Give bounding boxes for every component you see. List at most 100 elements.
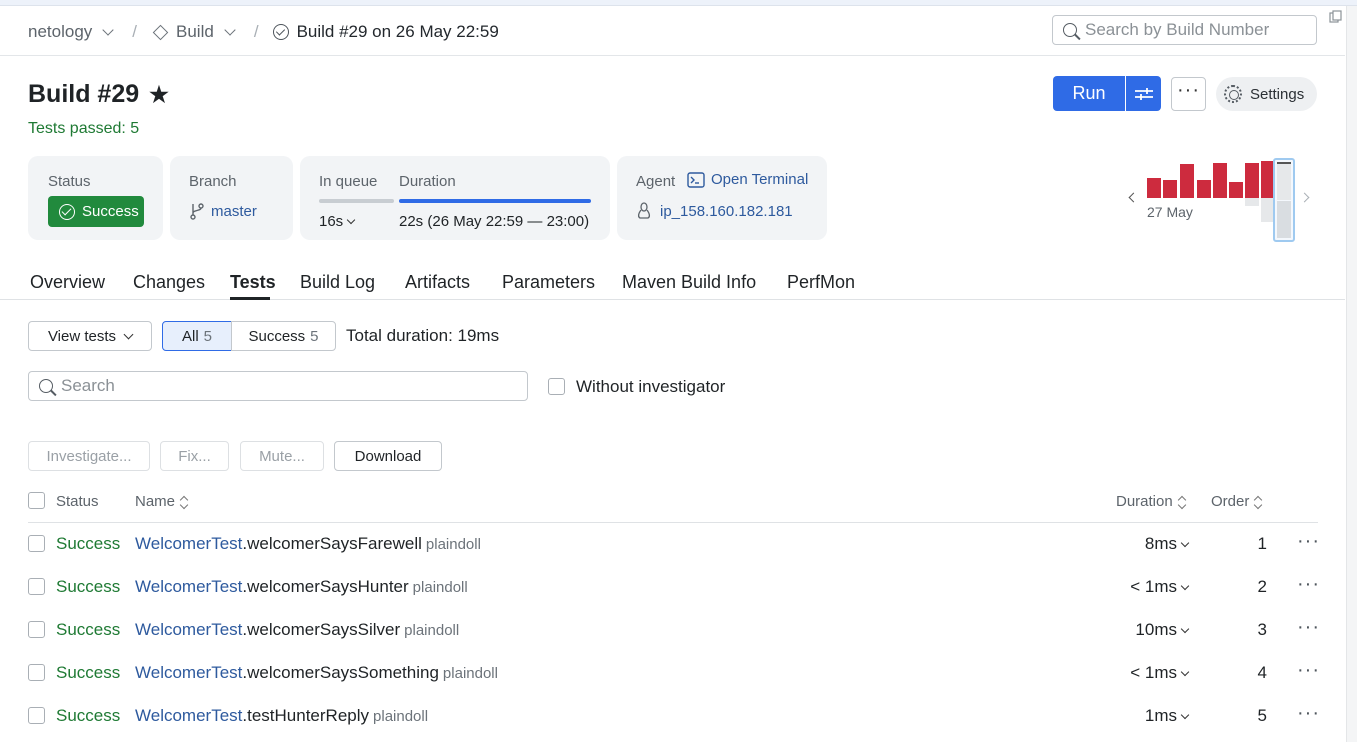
sort-icon[interactable] (1254, 495, 1263, 510)
filter-success-count[interactable]: 5 (310, 328, 318, 345)
history-bar[interactable] (1229, 182, 1243, 198)
row-more-icon[interactable]: ··· (1297, 616, 1320, 639)
history-next-button[interactable] (1299, 190, 1311, 206)
breadcrumb-project-label[interactable]: netology (28, 22, 92, 42)
breadcrumb-build-config-label[interactable]: Build (176, 22, 214, 42)
filter-all-count[interactable]: 5 (204, 328, 212, 345)
without-investigator-label[interactable]: Without investigator (576, 377, 725, 397)
row-test-class[interactable]: WelcomerTest (135, 706, 242, 725)
copy-icon[interactable] (1329, 10, 1343, 24)
open-terminal-link[interactable]: Open Terminal (687, 171, 808, 188)
row-duration[interactable]: < 1ms (1130, 577, 1190, 597)
run-button[interactable]: Run (1053, 76, 1125, 111)
row-checkbox[interactable] (28, 707, 45, 724)
tab-build-log[interactable]: Build Log (300, 272, 375, 293)
row-test-name[interactable]: WelcomerTest.welcomerSaysSilver plaindoll (135, 620, 459, 640)
sort-icon[interactable] (1177, 495, 1186, 510)
row-test-method[interactable]: .testHunterReply (242, 706, 369, 725)
search-tests[interactable] (28, 371, 528, 401)
investigate-button[interactable]: Investigate... (28, 441, 150, 471)
history-bar[interactable] (1163, 180, 1177, 198)
tab-perfmon[interactable]: PerfMon (787, 272, 855, 293)
tab-artifacts[interactable]: Artifacts (405, 272, 470, 293)
chevron-down-icon[interactable] (123, 329, 134, 339)
agent-name[interactable]: ip_158.160.182.181 (660, 203, 793, 220)
table-row[interactable]: Success WelcomerTest.welcomerSaysSilver p… (0, 610, 1345, 653)
star-icon[interactable]: ★ (149, 82, 169, 108)
row-test-name[interactable]: WelcomerTest.welcomerSaysFarewell plaindo… (135, 534, 481, 554)
search-build-number[interactable] (1052, 15, 1317, 45)
row-checkbox[interactable] (28, 535, 45, 552)
breadcrumb-build-config[interactable]: Build (151, 22, 240, 42)
row-test-name[interactable]: WelcomerTest.testHunterReply plaindoll (135, 706, 428, 726)
filter-all-label[interactable]: All (182, 328, 199, 345)
select-all-checkbox[interactable] (28, 492, 45, 509)
history-bar[interactable] (1245, 163, 1259, 198)
row-test-class[interactable]: WelcomerTest (135, 534, 242, 553)
history-current-build[interactable] (1273, 158, 1295, 242)
row-test-class[interactable]: WelcomerTest (135, 663, 242, 682)
row-test-name[interactable]: WelcomerTest.welcomerSaysSomething plaind… (135, 663, 498, 683)
chevron-down-icon[interactable] (1180, 624, 1190, 633)
search-tests-input[interactable] (61, 376, 501, 396)
branch-link[interactable]: master (189, 202, 257, 220)
row-duration-value[interactable]: < 1ms (1130, 577, 1177, 597)
search-build-input[interactable] (1085, 20, 1300, 40)
view-tests-label[interactable]: View tests (48, 328, 116, 345)
vertical-scrollbar[interactable] (1346, 6, 1357, 742)
without-investigator-checkbox[interactable] (548, 378, 565, 395)
table-row[interactable]: Success WelcomerTest.welcomerSaysFarewel… (0, 524, 1345, 567)
row-checkbox[interactable] (28, 664, 45, 681)
row-duration[interactable]: < 1ms (1130, 663, 1190, 683)
row-test-name[interactable]: WelcomerTest.welcomerSaysHunter plaindoll (135, 577, 468, 597)
row-duration-value[interactable]: 1ms (1145, 706, 1177, 726)
row-more-icon[interactable]: ··· (1297, 659, 1320, 682)
column-order[interactable]: Order (1211, 493, 1263, 510)
history-bar[interactable] (1147, 178, 1161, 198)
tab-parameters[interactable]: Parameters (502, 272, 595, 293)
chevron-down-icon[interactable] (1180, 538, 1190, 547)
chevron-down-icon[interactable] (346, 215, 356, 225)
tab-tests[interactable]: Tests (230, 272, 276, 293)
row-duration-value[interactable]: 10ms (1135, 620, 1177, 640)
history-bar[interactable] (1180, 164, 1194, 198)
row-checkbox[interactable] (28, 578, 45, 595)
download-button[interactable]: Download (334, 441, 442, 471)
chevron-down-icon[interactable] (1180, 667, 1190, 676)
run-options-button[interactable] (1126, 76, 1161, 111)
settings-button[interactable]: Settings (1216, 77, 1317, 111)
chevron-down-icon[interactable] (1180, 710, 1190, 719)
tab-maven-build-info[interactable]: Maven Build Info (622, 272, 756, 293)
filter-all-button[interactable]: All 5 (162, 321, 232, 351)
table-row[interactable]: Success WelcomerTest.welcomerSaysHunter p… (0, 567, 1345, 610)
column-duration-label[interactable]: Duration (1116, 493, 1173, 510)
tab-overview[interactable]: Overview (30, 272, 105, 293)
open-terminal-label[interactable]: Open Terminal (711, 171, 808, 188)
row-duration-value[interactable]: 8ms (1145, 534, 1177, 554)
build-history-chart[interactable]: 27 May (1146, 158, 1296, 242)
column-name-label[interactable]: Name (135, 493, 175, 510)
tests-passed-summary[interactable]: Tests passed: 5 (28, 120, 139, 138)
history-prev-button[interactable] (1127, 190, 1139, 206)
table-row[interactable]: Success WelcomerTest.testHunterReply plai… (0, 696, 1345, 739)
fix-button[interactable]: Fix... (160, 441, 229, 471)
sort-icon[interactable] (179, 495, 189, 510)
row-duration[interactable]: 10ms (1135, 620, 1190, 640)
column-duration[interactable]: Duration (1116, 493, 1186, 510)
row-more-icon[interactable]: ··· (1297, 573, 1320, 596)
more-actions-button[interactable]: ··· (1171, 77, 1206, 111)
history-bar[interactable] (1197, 180, 1211, 198)
tab-changes[interactable]: Changes (133, 272, 205, 293)
chevron-down-icon[interactable] (224, 24, 236, 36)
row-test-method[interactable]: .welcomerSaysSilver (242, 620, 400, 639)
view-tests-dropdown[interactable]: View tests (28, 321, 152, 351)
chevron-left-icon[interactable] (1128, 192, 1139, 203)
branch-value[interactable]: master (211, 203, 257, 220)
column-name[interactable]: Name (135, 493, 189, 510)
row-duration[interactable]: 8ms (1145, 534, 1190, 554)
filter-success-label[interactable]: Success (248, 328, 305, 345)
row-test-method[interactable]: .welcomerSaysSomething (242, 663, 439, 682)
queue-value-dropdown[interactable]: 16s (319, 213, 356, 230)
row-test-method[interactable]: .welcomerSaysHunter (242, 577, 408, 596)
agent-link[interactable]: ip_158.160.182.181 (636, 202, 793, 220)
